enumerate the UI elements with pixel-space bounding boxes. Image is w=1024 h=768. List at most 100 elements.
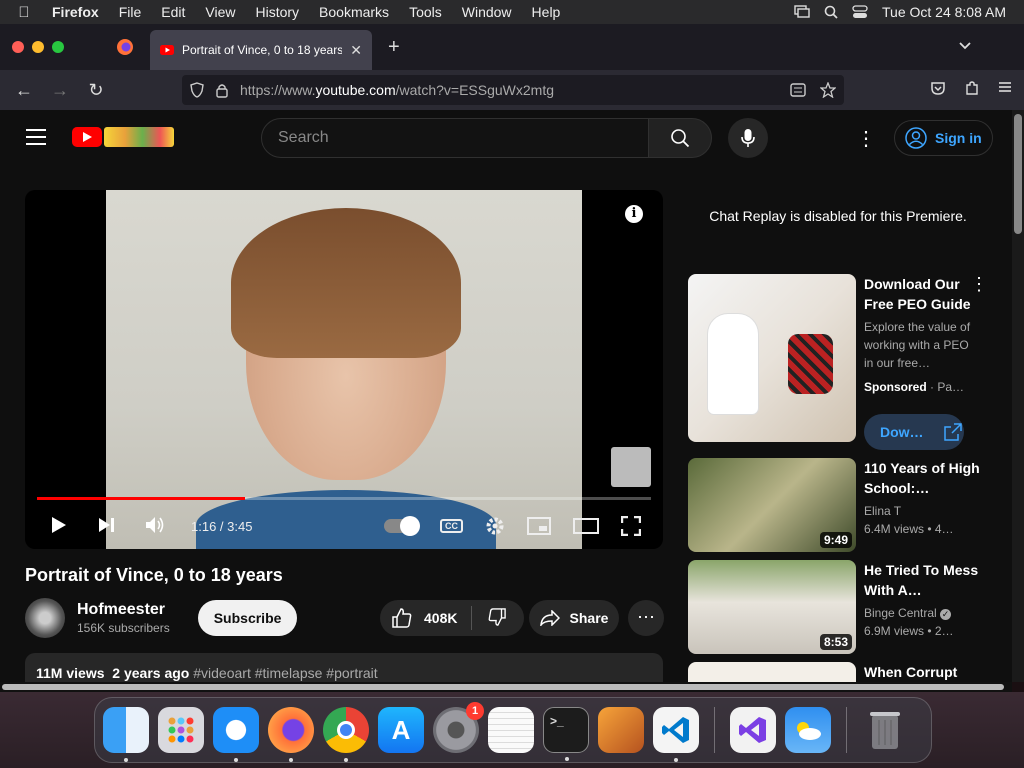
search-input[interactable]: Search <box>261 118 649 158</box>
sign-in-button[interactable]: Sign in <box>894 120 993 156</box>
tracking-protection-shield-icon[interactable] <box>190 82 204 98</box>
video-progress-bar[interactable] <box>37 497 651 500</box>
close-window-button[interactable] <box>12 41 24 53</box>
share-button[interactable]: Share <box>529 600 619 636</box>
channel-avatar[interactable] <box>25 598 65 638</box>
weather-icon[interactable] <box>785 707 831 753</box>
bookmark-star-icon[interactable] <box>820 82 836 98</box>
settings-gear-icon[interactable] <box>485 516 505 536</box>
recommendation-title[interactable]: 110 Years of High School:… <box>864 458 984 498</box>
menu-window[interactable]: Window <box>452 4 522 20</box>
apple-icon[interactable]:  <box>0 4 48 21</box>
channel-watermark[interactable] <box>611 447 651 487</box>
next-button[interactable] <box>83 517 131 536</box>
recommendation-item[interactable]: When Corrupt <box>688 662 988 682</box>
safari-icon[interactable] <box>213 707 259 762</box>
system-settings-icon[interactable]: 1 <box>433 702 484 753</box>
reader-view-icon[interactable] <box>790 82 806 98</box>
theater-mode-icon[interactable] <box>573 518 599 534</box>
recommendation-meta: 6.4M views • 4… <box>864 522 954 536</box>
page-horizontal-scrollbar[interactable] <box>0 682 1012 692</box>
play-button[interactable] <box>35 516 83 537</box>
firefox-dock-icon[interactable] <box>268 707 314 762</box>
garageband-icon[interactable] <box>598 707 644 753</box>
menu-file[interactable]: File <box>109 4 152 20</box>
close-tab-icon[interactable]: ✕ <box>350 42 362 59</box>
recommendation-channel[interactable]: Elina T <box>864 502 984 520</box>
account-icon <box>905 127 927 149</box>
extensions-puzzle-icon[interactable] <box>964 80 980 96</box>
zoom-window-button[interactable] <box>52 41 64 53</box>
search-button[interactable] <box>648 118 712 158</box>
menu-bookmarks[interactable]: Bookmarks <box>309 4 399 20</box>
menu-tools[interactable]: Tools <box>399 4 452 20</box>
list-all-tabs-chevron-icon[interactable] <box>958 38 972 56</box>
autoplay-toggle[interactable] <box>384 516 420 536</box>
settings-kebab-icon[interactable]: ⋮ <box>856 126 876 151</box>
dislike-button[interactable] <box>472 607 524 629</box>
recommendation-thumbnail[interactable]: 8:53 <box>688 560 856 654</box>
recommendation-title[interactable]: When Corrupt <box>864 662 984 682</box>
ad-title[interactable]: Download Our Free PEO Guide <box>864 274 974 314</box>
menu-view[interactable]: View <box>195 4 245 20</box>
url-bar[interactable]: https://www.youtube.com/watch?v=ESSguWx2… <box>182 75 844 105</box>
vscode-icon[interactable] <box>653 707 699 762</box>
info-icon[interactable]: i <box>625 205 643 223</box>
horizontal-scrollbar-thumb[interactable] <box>2 684 1004 690</box>
video-duration: 8:53 <box>819 634 852 650</box>
miniplayer-icon[interactable] <box>527 517 551 535</box>
recommendation-title[interactable]: He Tried To Mess With A… <box>864 560 984 600</box>
recommendation-channel[interactable]: Binge Central ✓ <box>864 604 984 622</box>
guide-menu-icon[interactable] <box>26 129 46 150</box>
menu-help[interactable]: Help <box>522 4 571 20</box>
vertical-scrollbar-thumb[interactable] <box>1014 114 1022 234</box>
screen-mirroring-icon[interactable] <box>794 5 810 19</box>
subscribe-button[interactable]: Subscribe <box>197 600 298 636</box>
hashtags[interactable]: #videoart #timelapse #portrait <box>193 665 377 681</box>
spotlight-search-icon[interactable] <box>824 5 838 19</box>
recommendation-item[interactable]: 8:53 He Tried To Mess With A… Binge Cent… <box>688 560 988 654</box>
firefox-view-tab[interactable] <box>100 38 150 56</box>
recommendation-thumbnail[interactable] <box>688 662 856 682</box>
app-store-icon[interactable]: A <box>378 707 424 753</box>
player-controls: 1:16 / 3:45 CC <box>25 503 663 549</box>
back-button[interactable]: ← <box>6 80 42 101</box>
like-button[interactable]: 408K <box>380 606 473 630</box>
youtube-logo[interactable] <box>72 127 174 147</box>
trash-icon[interactable] <box>862 707 908 753</box>
menu-history[interactable]: History <box>245 4 309 20</box>
menu-clock[interactable]: Tue Oct 24 8:08 AM <box>882 4 1006 20</box>
active-tab[interactable]: Portrait of Vince, 0 to 18 years ✕ <box>150 30 372 70</box>
app-menu-hamburger-icon[interactable] <box>998 80 1012 94</box>
subtitles-cc-button[interactable]: CC <box>440 519 463 533</box>
ad-thumbnail[interactable] <box>688 274 856 442</box>
description-box[interactable]: 11M views 2 years ago #videoart #timelap… <box>25 653 663 682</box>
url-text[interactable]: https://www.youtube.com/watch?v=ESSguWx2… <box>240 82 554 98</box>
video-player[interactable]: i 1:16 / 3:45 CC <box>25 190 663 549</box>
recommendation-thumbnail[interactable]: 9:49 <box>688 458 856 552</box>
control-center-icon[interactable] <box>852 5 868 19</box>
visual-studio-icon[interactable] <box>730 707 776 753</box>
page-vertical-scrollbar[interactable] <box>1012 110 1024 682</box>
launchpad-icon[interactable] <box>158 707 204 753</box>
menu-edit[interactable]: Edit <box>151 4 195 20</box>
pocket-icon[interactable] <box>930 80 946 96</box>
terminal-icon[interactable]: >_ <box>543 707 589 761</box>
minimize-window-button[interactable] <box>32 41 44 53</box>
reload-button[interactable]: ↻ <box>78 80 114 101</box>
mute-button[interactable] <box>131 516 179 537</box>
chrome-icon[interactable] <box>323 707 369 762</box>
ad-download-button[interactable]: Dow… <box>864 414 964 450</box>
forward-button[interactable]: → <box>42 80 78 101</box>
channel-name[interactable]: Hofmeester <box>77 601 170 619</box>
menu-app-name[interactable]: Firefox <box>48 4 109 20</box>
more-actions-button[interactable]: ⋯ <box>628 600 664 636</box>
finder-icon[interactable] <box>103 707 149 762</box>
fullscreen-icon[interactable] <box>621 516 641 536</box>
recommendation-item[interactable]: 9:49 110 Years of High School:… Elina T … <box>688 458 988 552</box>
lock-icon[interactable] <box>216 83 228 98</box>
new-tab-button[interactable]: + <box>388 36 400 59</box>
textedit-icon[interactable] <box>488 707 534 753</box>
ad-menu-kebab-icon[interactable]: ⋮ <box>970 274 988 295</box>
voice-search-button[interactable] <box>728 118 768 158</box>
